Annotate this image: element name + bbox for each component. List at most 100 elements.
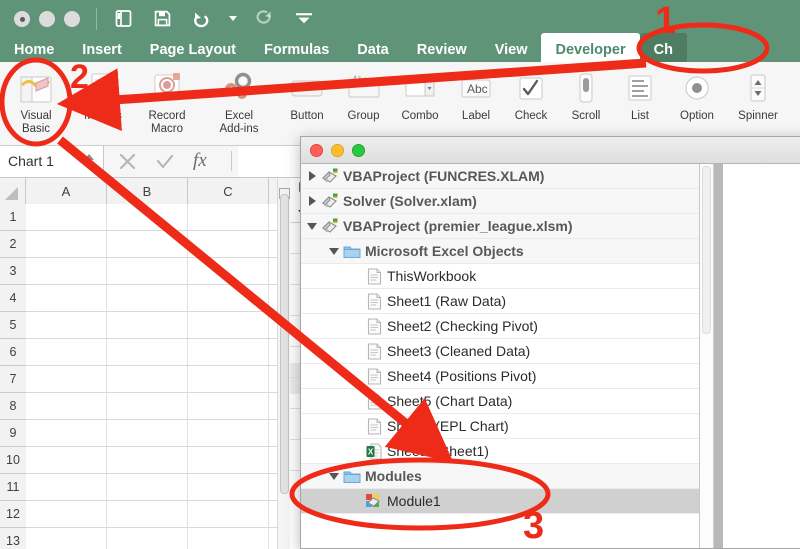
- ribbon-item-form-combo[interactable]: Combo: [391, 62, 449, 145]
- project-tree-item[interactable]: Sheet2 (Checking Pivot): [301, 314, 699, 339]
- grid-cell[interactable]: [26, 231, 107, 258]
- grid-cell[interactable]: [107, 528, 188, 549]
- name-box-stepper[interactable]: [79, 153, 103, 169]
- name-box[interactable]: Chart 1: [0, 145, 104, 177]
- sheet-vertical-scrollbar[interactable]: [277, 178, 291, 549]
- vba-code-pane[interactable]: [723, 164, 800, 548]
- grid-cell[interactable]: [188, 204, 269, 231]
- ribbon-tab-data[interactable]: Data: [343, 33, 402, 62]
- enter-icon[interactable]: [155, 152, 175, 171]
- grid-cell[interactable]: [188, 312, 269, 339]
- vba-minimize-button[interactable]: [331, 144, 344, 157]
- grid-cell[interactable]: [107, 501, 188, 528]
- grid-cell[interactable]: [188, 339, 269, 366]
- project-tree-item[interactable]: Sheet4 (Positions Pivot): [301, 364, 699, 389]
- undo-icon[interactable]: [190, 7, 212, 29]
- ribbon-item-visual-basic[interactable]: Visual Basic: [0, 62, 72, 145]
- ribbon-item-form-option[interactable]: Option: [667, 62, 727, 145]
- ribbon-item-form-scroll[interactable]: Scroll: [559, 62, 613, 145]
- row-header[interactable]: 7: [0, 366, 26, 393]
- project-tree-item[interactable]: Microsoft Excel Objects: [301, 239, 699, 264]
- ribbon-item-form-button[interactable]: Button: [278, 62, 336, 145]
- grid-cell[interactable]: [188, 528, 269, 549]
- grid-cell[interactable]: [107, 231, 188, 258]
- project-tree-scrollbar[interactable]: [700, 164, 714, 548]
- stepper-up-icon[interactable]: [84, 153, 94, 160]
- grid-cell[interactable]: [26, 447, 107, 474]
- ribbon-item-form-list[interactable]: List: [613, 62, 667, 145]
- project-tree-item[interactable]: Sheet1 (Raw Data): [301, 289, 699, 314]
- project-tree-item[interactable]: Sheet3 (Cleaned Data): [301, 339, 699, 364]
- minimize-button[interactable]: [39, 11, 55, 27]
- row-header[interactable]: 13: [0, 528, 26, 549]
- vba-close-button[interactable]: [310, 144, 323, 157]
- ribbon-tab-review[interactable]: Review: [403, 33, 481, 62]
- grid-cell[interactable]: [26, 204, 107, 231]
- grid-cell[interactable]: [26, 258, 107, 285]
- twisty-collapsed-icon[interactable]: [305, 196, 319, 206]
- ribbon-tab-developer[interactable]: Developer: [541, 33, 640, 62]
- ribbon-item-excel-add-ins[interactable]: Excel Add-ins: [200, 62, 278, 145]
- row-header[interactable]: 6: [0, 339, 26, 366]
- project-tree-item[interactable]: VBAProject (premier_league.xlsm): [301, 214, 699, 239]
- grid-cell[interactable]: [188, 393, 269, 420]
- print-layout-icon[interactable]: [112, 7, 134, 29]
- column-header-b[interactable]: B: [107, 178, 188, 204]
- ribbon-item-form-group[interactable]: AbcAbc Group: [336, 62, 391, 145]
- twisty-collapsed-icon[interactable]: [305, 171, 319, 181]
- save-icon[interactable]: [151, 7, 173, 29]
- row-header[interactable]: 1: [0, 204, 26, 231]
- ribbon-tab-view[interactable]: View: [481, 33, 542, 62]
- row-header[interactable]: 2: [0, 231, 26, 258]
- row-header[interactable]: 10: [0, 447, 26, 474]
- grid-cell[interactable]: [188, 501, 269, 528]
- grid-cell[interactable]: [26, 528, 107, 549]
- project-tree-item[interactable]: Modules: [301, 464, 699, 489]
- row-header[interactable]: 11: [0, 474, 26, 501]
- ribbon-tab-formulas[interactable]: Formulas: [250, 33, 343, 62]
- twisty-expanded-icon[interactable]: [327, 247, 341, 255]
- vba-zoom-button[interactable]: [352, 144, 365, 157]
- project-tree-item[interactable]: Module1: [301, 489, 699, 514]
- vba-window-titlebar[interactable]: [301, 137, 800, 164]
- column-header-c[interactable]: C: [188, 178, 269, 204]
- project-tree-item[interactable]: Sheet5 (Chart Data): [301, 389, 699, 414]
- grid-cell[interactable]: [188, 231, 269, 258]
- grid-cell[interactable]: [26, 501, 107, 528]
- grid-cell[interactable]: [107, 285, 188, 312]
- grid-cell[interactable]: [26, 393, 107, 420]
- row-header[interactable]: 12: [0, 501, 26, 528]
- grid-cell[interactable]: [107, 393, 188, 420]
- project-tree-item[interactable]: Solver (Solver.xlam): [301, 189, 699, 214]
- column-header-a[interactable]: A: [26, 178, 107, 204]
- grid-cell[interactable]: [188, 258, 269, 285]
- ribbon-tab-page-layout[interactable]: Page Layout: [136, 33, 250, 62]
- row-header[interactable]: 9: [0, 420, 26, 447]
- project-tree-item[interactable]: ThisWorkbook: [301, 264, 699, 289]
- grid-cell[interactable]: [188, 474, 269, 501]
- grid-cell[interactable]: [107, 258, 188, 285]
- grid-cell[interactable]: [26, 312, 107, 339]
- grid-cell[interactable]: [188, 420, 269, 447]
- vba-splitter[interactable]: [714, 164, 723, 548]
- grid-cell[interactable]: [26, 339, 107, 366]
- window-traffic-lights[interactable]: [14, 11, 80, 27]
- close-button[interactable]: [14, 11, 30, 27]
- grid-cell[interactable]: [188, 447, 269, 474]
- vba-project-explorer-window[interactable]: VBAProject (FUNCRES.XLAM) Solver (Solver.…: [300, 136, 800, 549]
- zoom-button[interactable]: [64, 11, 80, 27]
- twisty-expanded-icon[interactable]: [327, 472, 341, 480]
- row-header[interactable]: 3: [0, 258, 26, 285]
- row-header[interactable]: 8: [0, 393, 26, 420]
- project-tree-item[interactable]: VBAProject (FUNCRES.XLAM): [301, 164, 699, 189]
- ribbon-item-form-check[interactable]: Check: [503, 62, 559, 145]
- grid-cell[interactable]: [107, 474, 188, 501]
- grid-cell[interactable]: [26, 366, 107, 393]
- grid-cell[interactable]: [107, 420, 188, 447]
- undo-dropdown-icon[interactable]: [229, 15, 237, 21]
- redo-icon[interactable]: [254, 7, 276, 29]
- row-header[interactable]: 5: [0, 312, 26, 339]
- grid-cell[interactable]: [188, 366, 269, 393]
- ribbon-item-form-label[interactable]: Abc Label: [449, 62, 503, 145]
- vba-traffic-lights[interactable]: [310, 144, 365, 157]
